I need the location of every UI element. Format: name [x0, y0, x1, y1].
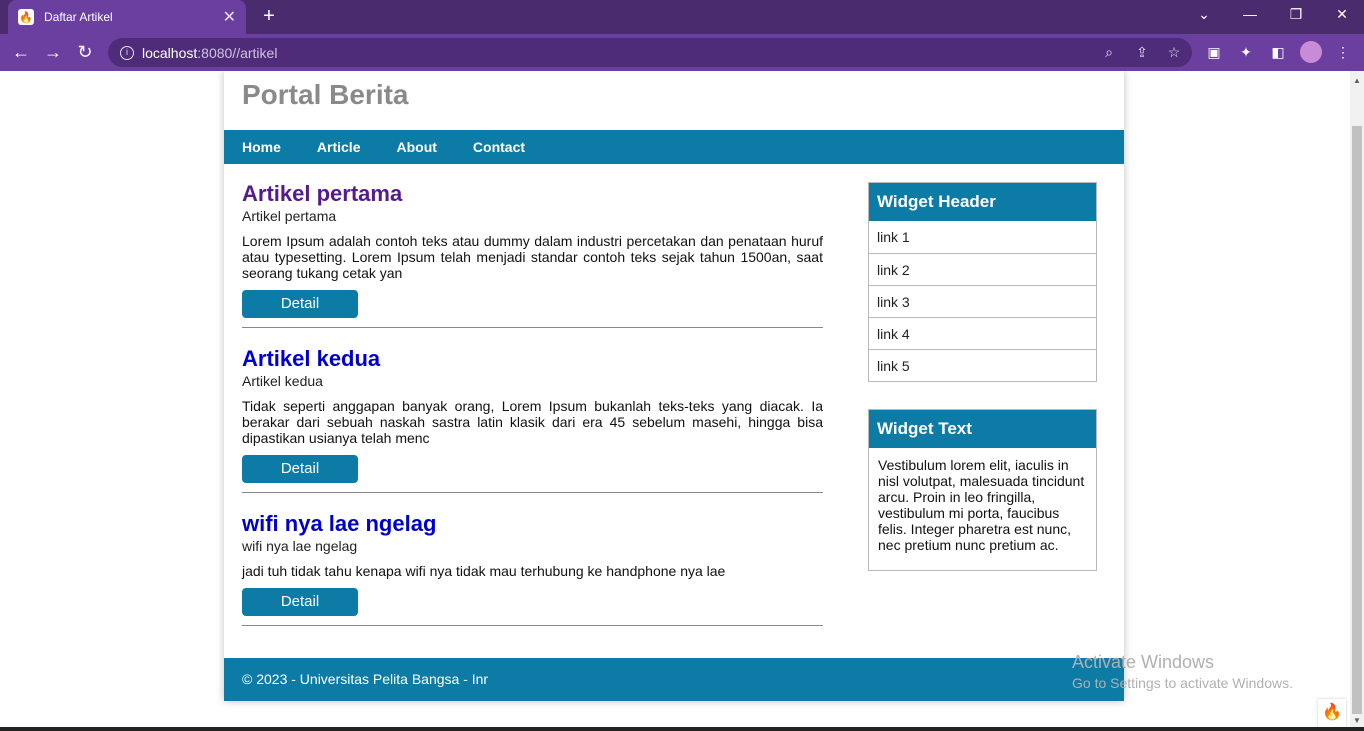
menu-kebab-icon[interactable]: ⋮ — [1334, 44, 1352, 61]
scrollbar-thumb[interactable] — [1352, 126, 1362, 714]
browser-toolbar: ← → ↻ i localhost:8080//artikel ⌕ ⇪ ☆ ▣ … — [0, 34, 1364, 71]
nav-about[interactable]: About — [396, 139, 436, 155]
sidebar: Widget Header link 1 link 2 link 3 link … — [868, 182, 1097, 598]
detail-button[interactable]: Detail — [242, 290, 358, 318]
widget-text: Widget Text Vestibulum lorem elit, iacul… — [868, 409, 1097, 571]
watermark-line-1: Activate Windows — [1072, 652, 1215, 672]
article-image-broken: Artikel kedua — [242, 373, 323, 389]
article-item: Artikel pertama Artikel pertama Lorem Ip… — [242, 181, 823, 328]
zoom-icon[interactable]: ⌕ — [1100, 44, 1118, 61]
site-info-icon[interactable]: i — [120, 45, 134, 60]
main-nav: Home Article About Contact — [224, 130, 1124, 164]
bookmark-star-icon[interactable]: ☆ — [1165, 44, 1183, 61]
nav-contact[interactable]: Contact — [473, 139, 525, 155]
scroll-up-icon[interactable]: ▲ — [1353, 76, 1361, 85]
extension-icon[interactable]: ▣ — [1205, 44, 1223, 61]
detail-button[interactable]: Detail — [242, 455, 358, 483]
url-path: :8080//artikel — [197, 44, 278, 61]
close-window-icon[interactable]: ✕ — [1332, 6, 1352, 23]
article-image-broken: wifi nya lae ngelag — [242, 538, 358, 554]
restore-icon[interactable]: ❐ — [1286, 6, 1306, 23]
side-panel-icon[interactable]: ◧ — [1269, 44, 1287, 61]
detail-button[interactable]: Detail — [242, 588, 358, 616]
vertical-scrollbar[interactable]: ▲ ▼ — [1350, 71, 1364, 731]
browser-tab[interactable]: 🔥 Daftar Artikel ✕ — [8, 0, 246, 34]
site-title: Portal Berita — [242, 79, 409, 110]
article-list: Artikel pertama Artikel pertama Lorem Ip… — [242, 181, 823, 644]
article-title-link[interactable]: Artikel kedua — [242, 346, 823, 372]
scroll-down-icon[interactable]: ▼ — [1353, 716, 1361, 725]
widget-link[interactable]: link 4 — [869, 317, 1096, 349]
codeigniter-favicon-icon: 🔥 — [18, 9, 34, 25]
widget-link[interactable]: link 1 — [869, 221, 1096, 253]
watermark-line-2: Go to Settings to activate Windows. — [1072, 675, 1293, 691]
widget-links: Widget Header link 1 link 2 link 3 link … — [868, 182, 1097, 382]
url-host: localhost — [142, 44, 198, 61]
article-title-link[interactable]: wifi nya lae ngelag — [242, 511, 823, 537]
tab-search-icon[interactable]: ⌄ — [1194, 6, 1214, 23]
address-bar[interactable]: i localhost:8080//artikel ⌕ ⇪ ☆ — [108, 38, 1192, 67]
article-excerpt: Lorem Ipsum adalah contoh teks atau dumm… — [242, 233, 823, 281]
widget-link[interactable]: link 3 — [869, 285, 1096, 317]
tab-close-icon[interactable]: ✕ — [223, 7, 236, 27]
browser-tab-bar: 🔥 Daftar Artikel ✕ + ⌄ — ❐ ✕ — [0, 0, 1364, 34]
page-viewport: Portal Berita Home Article About Contact… — [0, 71, 1350, 731]
puzzle-extensions-icon[interactable]: ✦ — [1237, 44, 1255, 61]
nav-article[interactable]: Article — [317, 139, 361, 155]
page-container: Portal Berita Home Article About Contact… — [224, 71, 1124, 701]
tab-title: Daftar Artikel — [44, 10, 113, 24]
taskbar-edge — [0, 727, 1364, 731]
article-item: Artikel kedua Artikel kedua Tidak sepert… — [242, 346, 823, 493]
site-footer: © 2023 - Universitas Pelita Bangsa - Inr — [224, 658, 1124, 701]
back-icon[interactable]: ← — [10, 41, 32, 63]
reload-icon[interactable]: ↻ — [74, 41, 96, 63]
article-item: wifi nya lae ngelag wifi nya lae ngelag … — [242, 511, 823, 626]
article-image-broken: Artikel pertama — [242, 208, 337, 224]
profile-avatar[interactable] — [1300, 41, 1322, 63]
widget-text-body: Vestibulum lorem elit, iaculis in nisl v… — [878, 457, 1085, 553]
article-excerpt: jadi tuh tidak tahu kenapa wifi nya tida… — [242, 563, 726, 579]
windows-activation-watermark: Activate Windows Go to Settings to activ… — [1072, 652, 1293, 694]
forward-icon[interactable]: → — [42, 41, 64, 63]
widget-link[interactable]: link 5 — [869, 349, 1096, 381]
article-excerpt: Tidak seperti anggapan banyak orang, Lor… — [242, 398, 823, 446]
share-icon[interactable]: ⇪ — [1133, 44, 1151, 61]
debug-toolbar-fire-icon[interactable]: 🔥 — [1318, 699, 1346, 727]
nav-home[interactable]: Home — [242, 139, 281, 155]
minimize-icon[interactable]: — — [1240, 6, 1260, 22]
article-title-link[interactable]: Artikel pertama — [242, 181, 823, 207]
new-tab-button[interactable]: + — [258, 5, 280, 27]
widget-text-title: Widget Text — [869, 410, 1096, 448]
widget-header-title: Widget Header — [869, 183, 1096, 221]
widget-link-list: link 1 link 2 link 3 link 4 link 5 — [869, 221, 1096, 381]
widget-link[interactable]: link 2 — [869, 253, 1096, 285]
